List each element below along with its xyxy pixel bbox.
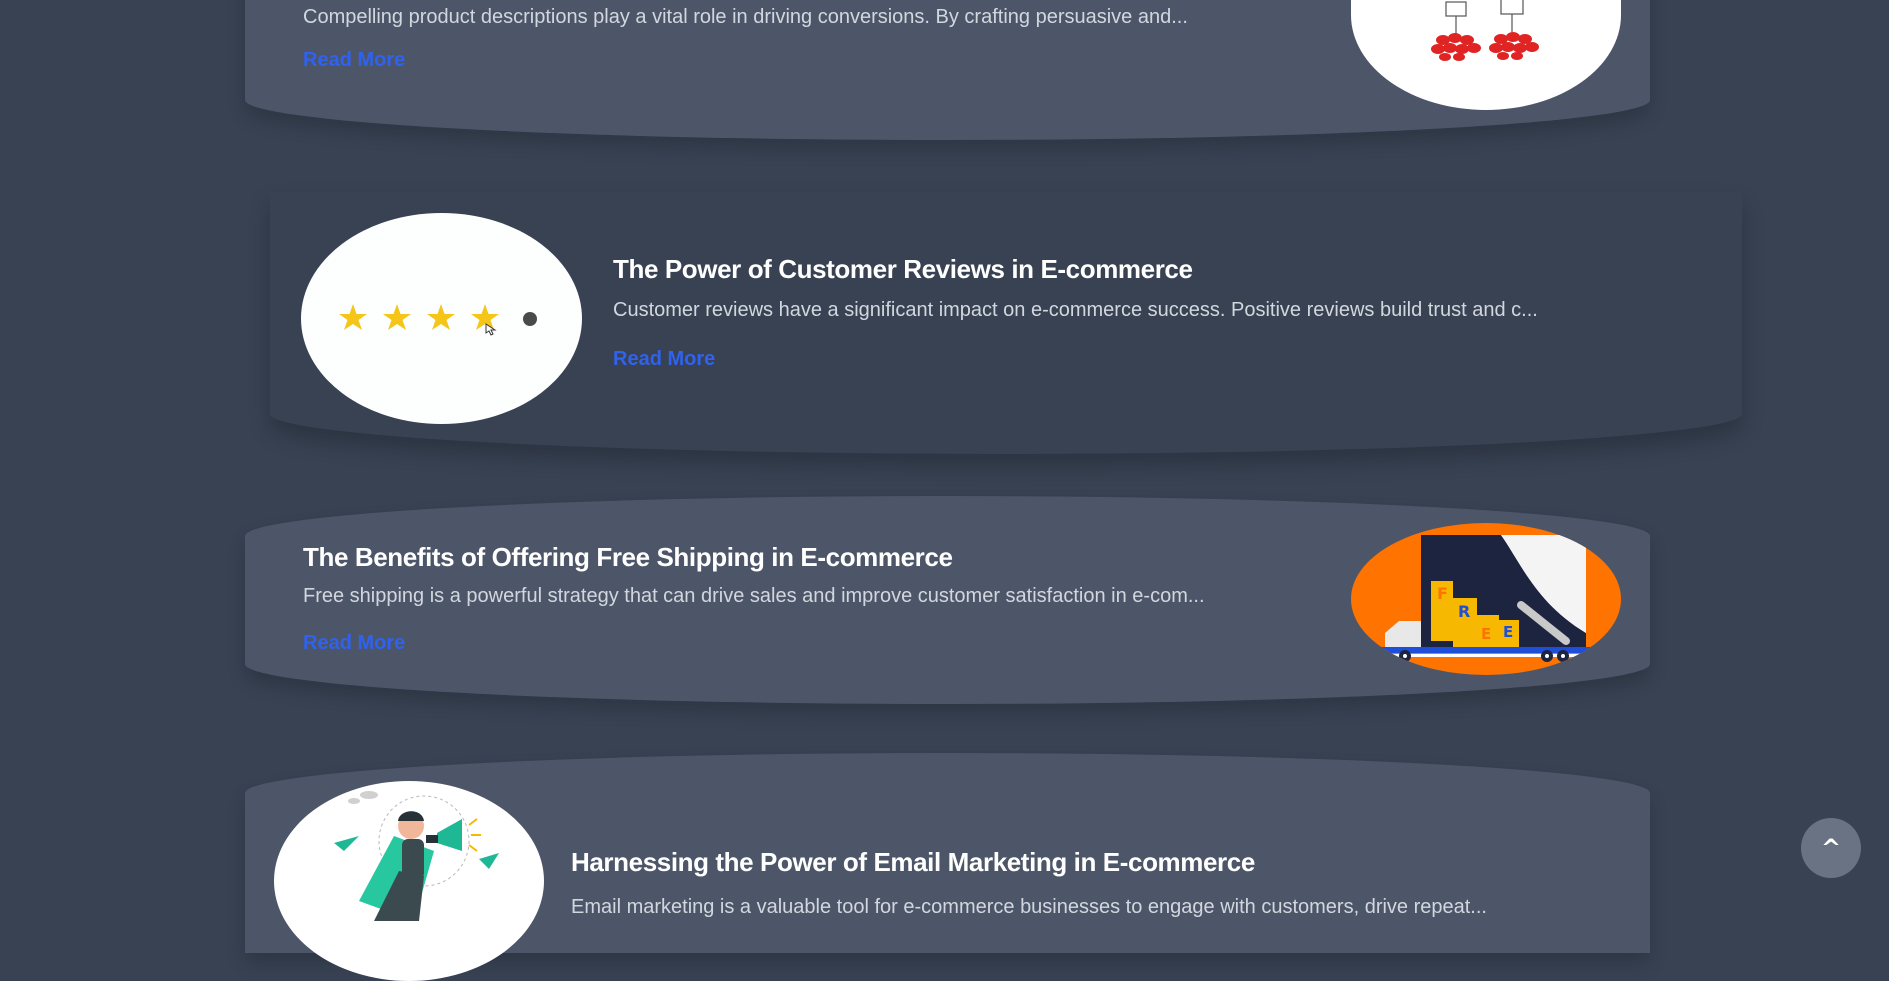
svg-text:F: F: [1437, 584, 1448, 603]
blog-card-title: The Benefits of Offering Free Shipping i…: [303, 542, 953, 572]
star-icon: [427, 304, 455, 330]
blog-card-image: F R E E: [1351, 523, 1621, 675]
chevron-up-icon: ^: [1820, 834, 1842, 862]
product-comparison-illustration-icon: [1431, 0, 1539, 61]
svg-text:E: E: [1481, 625, 1491, 643]
blog-card-content: The Benefits of Offering Free Shipping i…: [303, 542, 1205, 655]
star-icon: [471, 304, 499, 330]
blog-card: The Power of Customer Reviews in E-comme…: [270, 192, 1742, 454]
blog-card-content: The Power of Customer Reviews in E-comme…: [613, 254, 1538, 371]
svg-text:E: E: [1503, 623, 1513, 641]
star-icon: [383, 304, 411, 330]
blog-card-excerpt: Customer reviews have a significant impa…: [613, 299, 1538, 321]
blog-card-image: [1351, 0, 1621, 110]
blog-card: Harnessing the Power of Email Marketing …: [245, 753, 1650, 981]
blog-card-excerpt: Free shipping is a powerful strategy tha…: [303, 585, 1205, 607]
scroll-to-top-button[interactable]: ^: [1801, 818, 1861, 878]
empty-rating-dot-icon: [523, 312, 537, 326]
star-icon: [339, 304, 367, 330]
read-more-link[interactable]: Read More: [613, 348, 715, 371]
star-rating-illustration-icon: [339, 304, 537, 336]
blog-card-content: Compelling product descriptions play a v…: [303, 6, 1188, 72]
blog-card-title: Harnessing the Power of Email Marketing …: [571, 847, 1255, 877]
read-more-link[interactable]: Read More: [303, 49, 405, 72]
blog-card-excerpt: Email marketing is a valuable tool for e…: [571, 896, 1487, 918]
free-shipping-truck-illustration-icon: F R E E: [1381, 535, 1591, 662]
blog-card: The Benefits of Offering Free Shipping i…: [245, 496, 1650, 704]
blog-card: Compelling product descriptions play a v…: [245, 0, 1650, 140]
svg-text:R: R: [1458, 602, 1470, 621]
megaphone-marketing-illustration-icon: [334, 791, 499, 921]
blog-card-image: [274, 781, 544, 981]
blog-card-excerpt: Compelling product descriptions play a v…: [303, 6, 1188, 28]
blog-card-title: The Power of Customer Reviews in E-comme…: [613, 254, 1193, 284]
blog-card-content: Harnessing the Power of Email Marketing …: [571, 847, 1487, 919]
read-more-link[interactable]: Read More: [303, 632, 405, 655]
blog-card-image: [301, 213, 582, 424]
